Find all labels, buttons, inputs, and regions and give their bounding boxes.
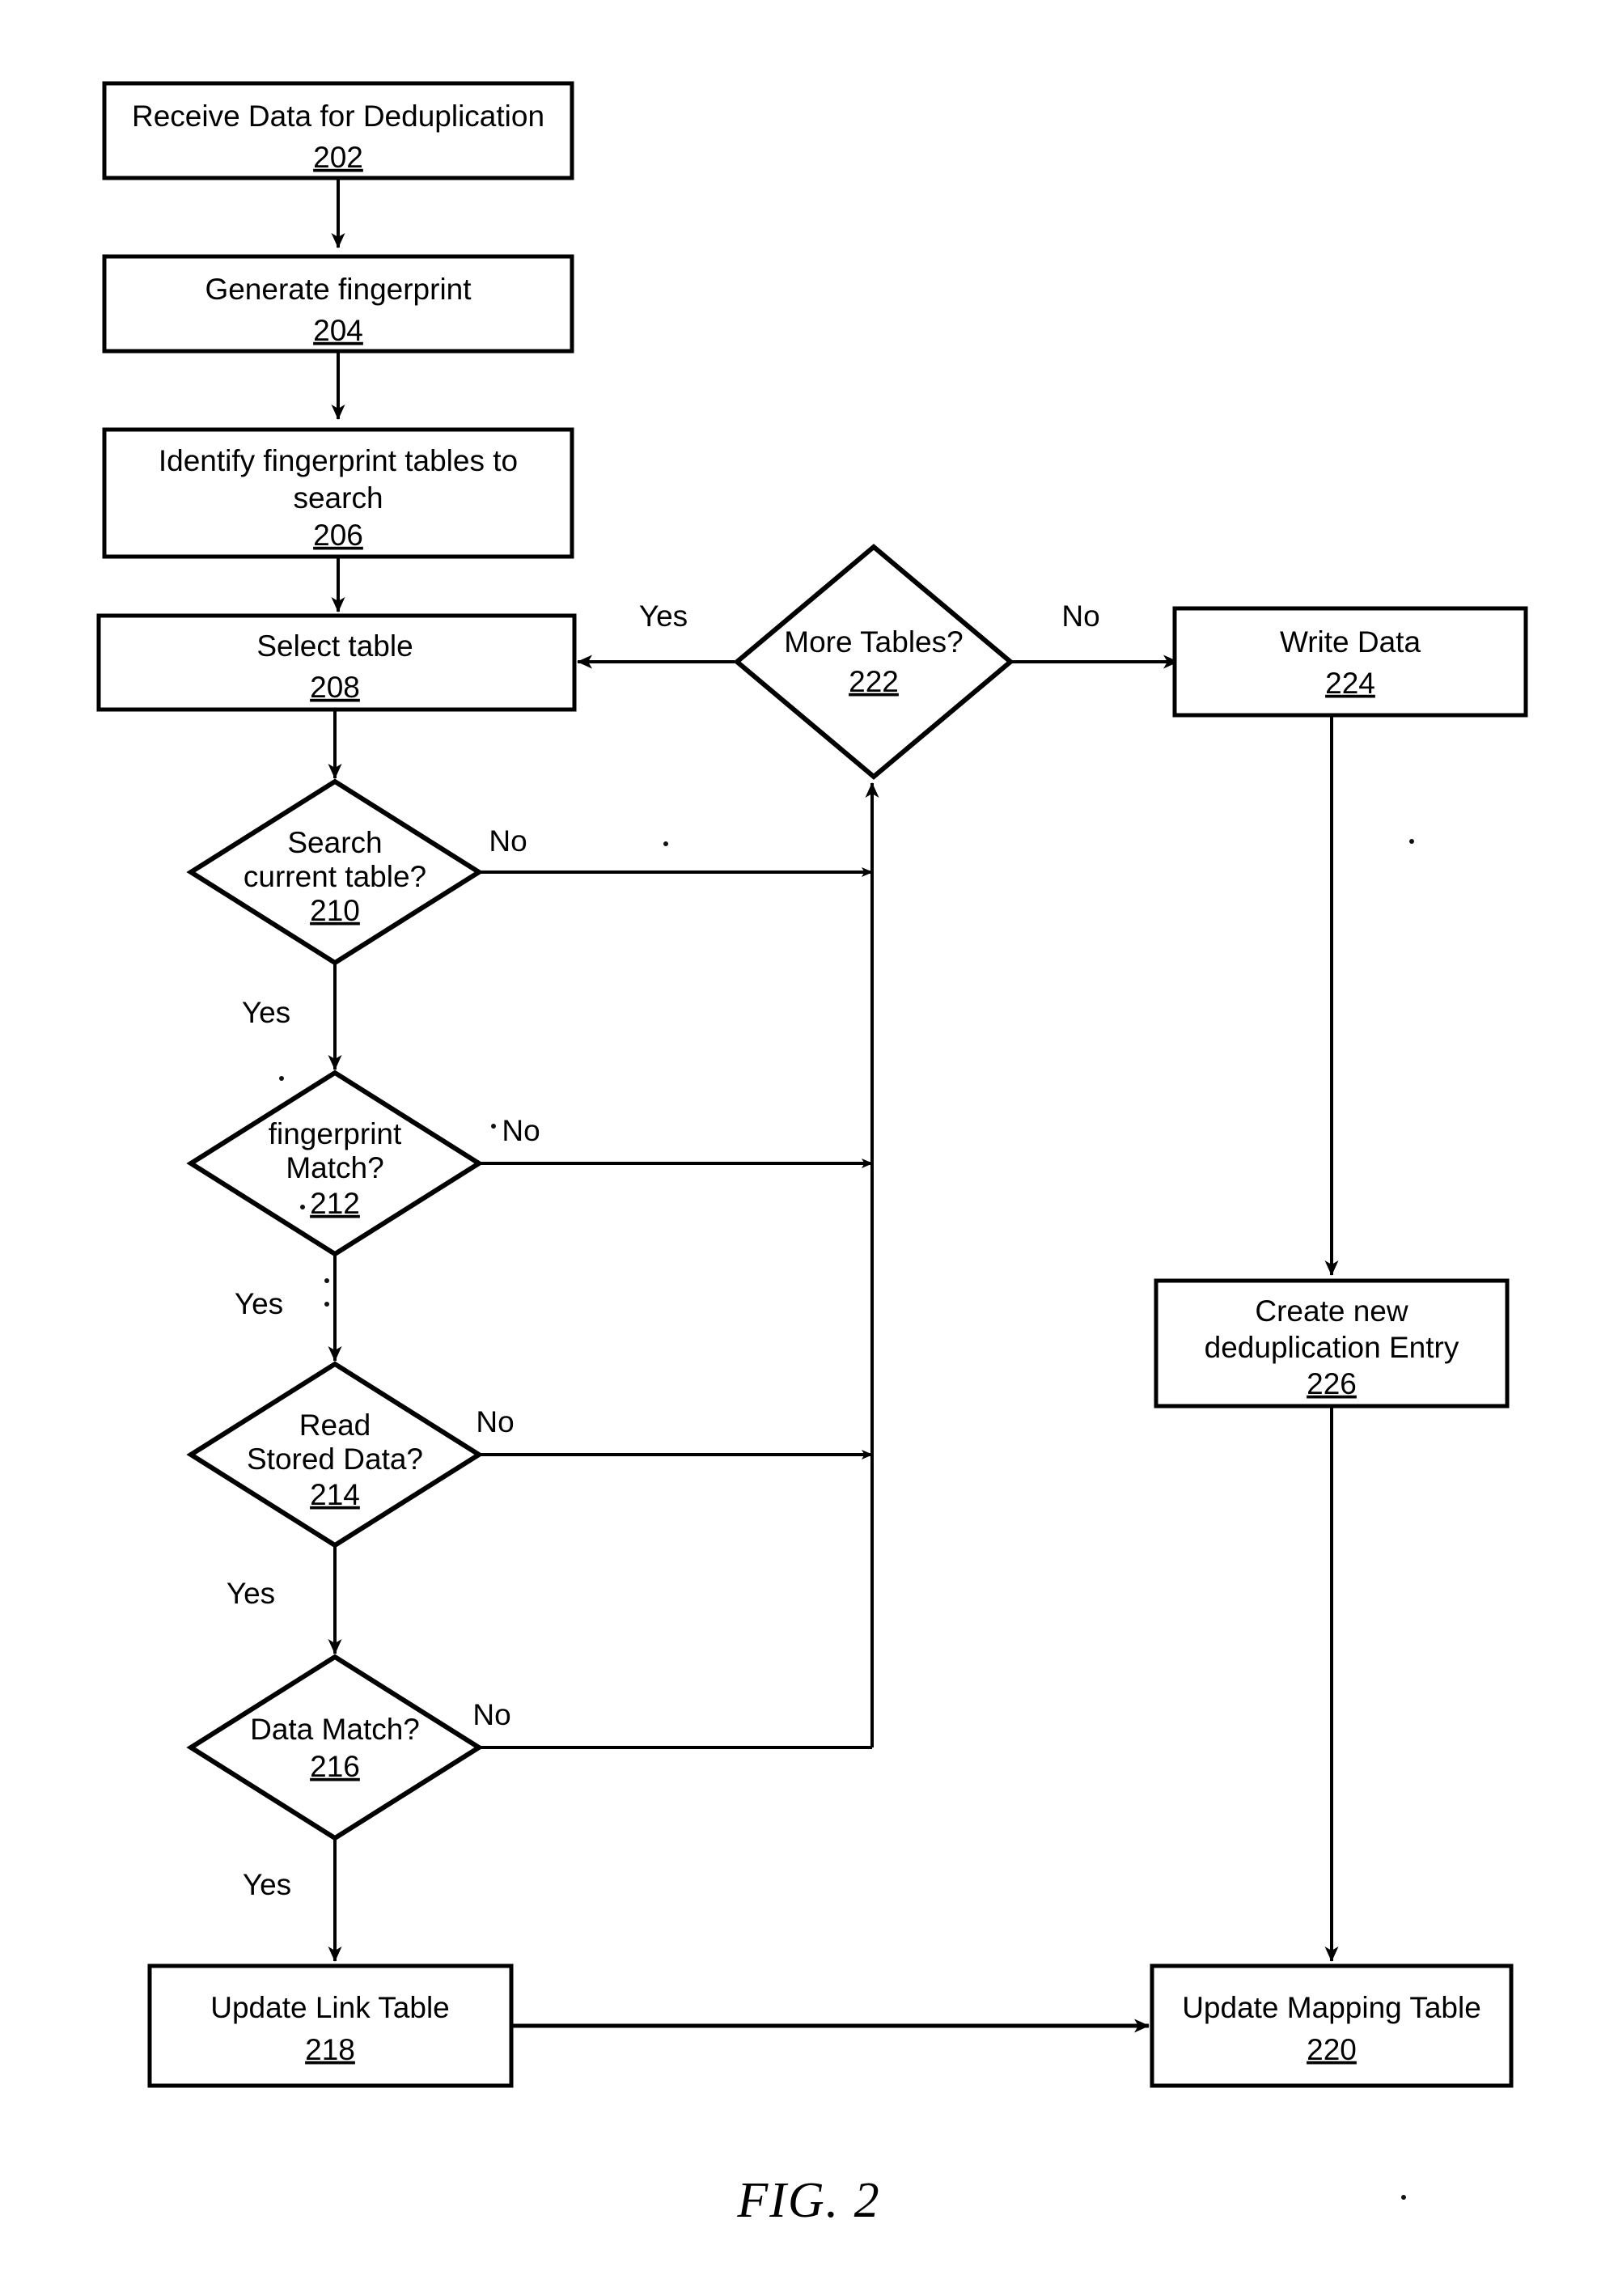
node-identify-fingerprint-tables-to-search[interactable]: Identify fingerprint tables to search 20… [102, 427, 574, 559]
node-216-ref: 216 [310, 1750, 360, 1783]
node-220-box [1150, 1963, 1514, 2088]
node-208-label: Select table [256, 629, 413, 663]
node-data-match-decision[interactable]: Data Match? 216 [186, 1654, 484, 1841]
edge-label-yes-210: Yes [242, 996, 290, 1029]
node-read-stored-data-decision[interactable]: Read Stored Data? 214 [186, 1361, 484, 1548]
node-220-ref: 220 [1307, 2033, 1357, 2066]
node-218-box [147, 1963, 514, 2088]
node-210-ref: 210 [310, 894, 360, 927]
node-220-label: Update Mapping Table [1182, 1991, 1481, 2024]
node-218-label: Update Link Table [210, 1991, 450, 2024]
node-206-ref: 206 [313, 519, 363, 552]
edge-label-yes-212: Yes [235, 1287, 283, 1320]
node-206-label-line1: Identify fingerprint tables to [159, 444, 518, 477]
node-226-label-line1: Create new [1255, 1294, 1408, 1328]
node-212-label-line1: fingerprint [269, 1117, 402, 1150]
edge-label-yes-222: Yes [639, 599, 688, 633]
node-226-label-line2: deduplication Entry [1205, 1331, 1459, 1364]
edge-label-no-216: No [472, 1698, 510, 1731]
node-210-label-line2: current table? [244, 860, 426, 893]
node-receive-data-for-deduplication[interactable]: Receive Data for Deduplication 202 [102, 81, 574, 180]
node-224-label: Write Data [1280, 625, 1421, 659]
node-216-label: Data Match? [250, 1713, 420, 1746]
node-226-ref: 226 [1307, 1367, 1357, 1400]
node-more-tables-decision[interactable]: More Tables? 222 [733, 544, 1014, 780]
node-202-label: Receive Data for Deduplication [132, 100, 544, 133]
node-214-label-line1: Read [299, 1409, 371, 1442]
node-204-ref: 204 [313, 314, 363, 347]
node-206-label-line2: search [293, 481, 383, 515]
node-214-label-line2: Stored Data? [247, 1442, 423, 1476]
node-212-label-line2: Match? [286, 1151, 383, 1184]
node-update-link-table[interactable]: Update Link Table 218 [147, 1963, 514, 2088]
node-create-new-deduplication-entry[interactable]: Create new deduplication Entry 226 [1154, 1278, 1510, 1409]
edge-label-no-222: No [1061, 599, 1099, 633]
node-update-mapping-table[interactable]: Update Mapping Table 220 [1150, 1963, 1514, 2088]
node-fingerprint-match-decision[interactable]: fingerprint Match? 212 [186, 1070, 484, 1257]
node-214-ref: 214 [310, 1478, 360, 1511]
node-204-label: Generate fingerprint [205, 273, 472, 306]
node-generate-fingerprint[interactable]: Generate fingerprint 204 [102, 254, 574, 354]
figure-root: No Yes No Yes No Yes No Yes Yes No Recei… [0, 0, 1618, 2296]
flowchart-canvas: No Yes No Yes No Yes No Yes Yes No Recei… [96, 81, 1528, 2228]
node-select-table[interactable]: Select table 208 [96, 613, 577, 712]
figure-caption: FIG. 2 [736, 2173, 880, 2228]
node-search-current-table-decision[interactable]: Search current table? 210 [186, 778, 484, 966]
node-202-ref: 202 [313, 141, 363, 174]
node-218-ref: 218 [305, 2033, 355, 2066]
node-write-data[interactable]: Write Data 224 [1172, 606, 1528, 718]
node-208-ref: 208 [310, 671, 360, 704]
edge-label-no-214: No [476, 1405, 514, 1438]
node-216-diamond [186, 1654, 484, 1841]
node-212-ref: 212 [310, 1187, 360, 1220]
edge-label-yes-216: Yes [243, 1868, 291, 1901]
node-222-label: More Tables? [784, 625, 963, 659]
node-222-ref: 222 [849, 665, 899, 698]
node-224-ref: 224 [1325, 667, 1375, 700]
node-210-label-line1: Search [287, 826, 382, 859]
edge-label-yes-214: Yes [227, 1577, 275, 1610]
edge-label-no-210: No [489, 824, 527, 858]
node-222-diamond [733, 544, 1014, 780]
edge-label-no-212: No [502, 1114, 540, 1147]
